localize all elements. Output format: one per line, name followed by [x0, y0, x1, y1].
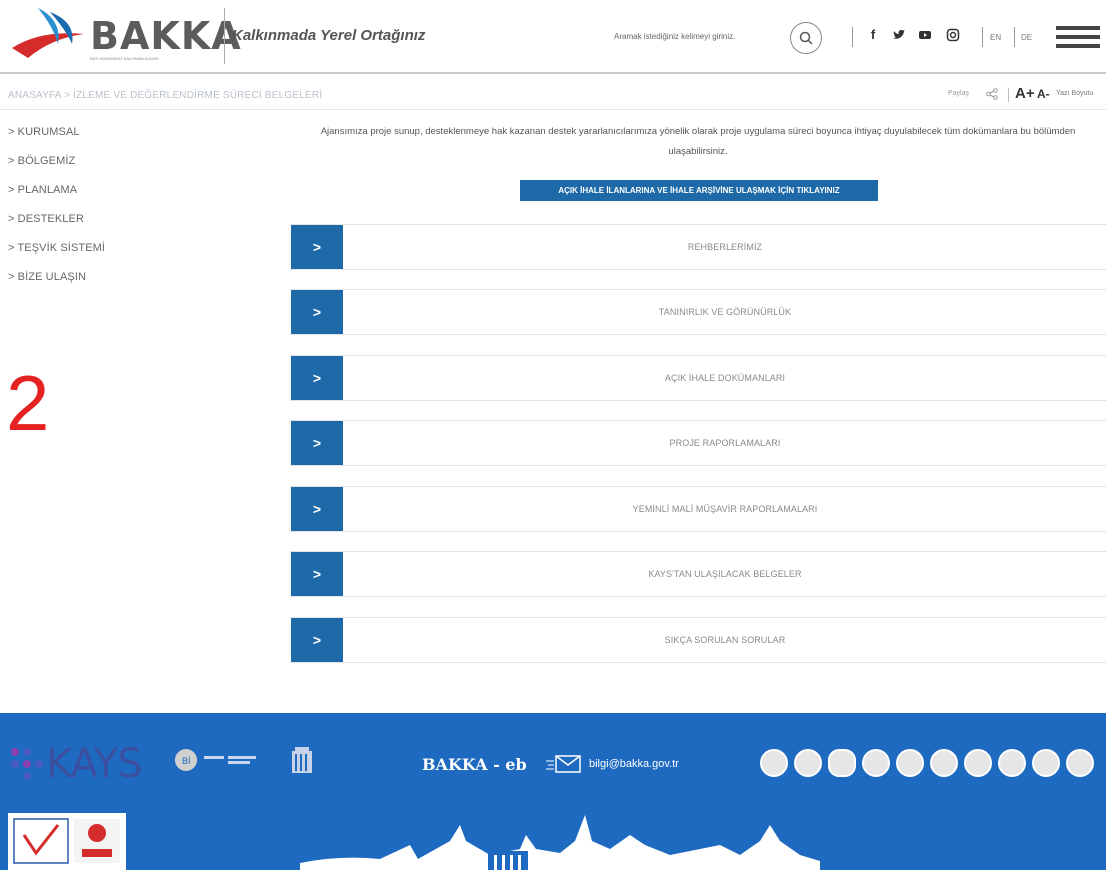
share-icon[interactable]	[986, 88, 998, 100]
sidebar-nav: > KURUMSAL > BÖLGEMİZ > PLANLAMA > DESTE…	[8, 124, 168, 298]
font-decrease-button[interactable]: A-	[1037, 87, 1050, 101]
partner-seal-icon[interactable]	[930, 749, 958, 777]
accordion-toggle-button[interactable]: >	[291, 421, 343, 465]
partner-seal-icon[interactable]	[828, 749, 856, 777]
sidebar-item-tesvik[interactable]: > TEŞVİK SİSTEMİ	[8, 240, 168, 269]
partner-seal-icon[interactable]	[862, 749, 890, 777]
accordion-title[interactable]: AÇIK İHALE DOKÜMANLARI	[344, 356, 1106, 400]
accordion-item[interactable]: > AÇIK İHALE DOKÜMANLARI	[290, 355, 1106, 401]
kays-dots-icon	[11, 748, 43, 780]
menu-hamburger-icon[interactable]	[1056, 26, 1100, 48]
tender-archive-button[interactable]: AÇIK İHALE İLANLARINA VE İHALE ARŞİVİNE …	[520, 180, 878, 201]
instagram-icon[interactable]	[946, 28, 960, 42]
partner-seal-icon[interactable]	[1066, 749, 1094, 777]
bimer-logo-icon[interactable]: Bİ	[172, 747, 262, 773]
bird-logo-icon	[12, 8, 84, 58]
accordion-item[interactable]: > TANINIRLIK VE GÖRÜNÜRLÜK	[290, 289, 1106, 335]
site-header: BAKKA BATI KARADENİZ KALKINMA AJANSI Kal…	[0, 0, 1106, 72]
accordion-title[interactable]: SIKÇA SORULAN SORULAR	[344, 618, 1106, 662]
search-input[interactable]: Aramak istediğiniz kelimeyi giriniz.	[614, 32, 735, 41]
partner-seal-icon[interactable]	[1032, 749, 1060, 777]
intro-text: Ajansımıza proje sunup, desteklenmeye ha…	[320, 126, 1076, 157]
bakka-eb-logo[interactable]: BAKKA - eb	[422, 755, 527, 774]
accordion-item[interactable]: > SIKÇA SORULAN SORULAR	[290, 617, 1106, 663]
email-link[interactable]: bilgi@bakka.gov.tr	[589, 758, 679, 770]
accordion-title[interactable]: YEMİNLİ MALİ MÜŞAVİR RAPORLAMALARI	[344, 487, 1106, 531]
logo-wordmark: BAKKA	[90, 14, 242, 58]
bakka-logo[interactable]: BAKKA BATI KARADENİZ KALKINMA AJANSI	[10, 4, 241, 68]
site-footer: KAYS Bİ BAKKA - eb bilgi@bakka.gov.tr	[0, 713, 1106, 870]
facebook-icon[interactable]: f	[866, 28, 880, 42]
building-logo-icon[interactable]	[290, 745, 340, 777]
font-size-label: Yazı Boyutu	[1056, 90, 1094, 97]
svg-text:Bİ: Bİ	[182, 756, 191, 766]
accordion-title[interactable]: REHBERLERİMİZ	[344, 225, 1106, 269]
accordion-title[interactable]: TANINIRLIK VE GÖRÜNÜRLÜK	[344, 290, 1106, 334]
accordion-title[interactable]: PROJE RAPORLAMALARI	[344, 421, 1106, 465]
accordion-toggle-button[interactable]: >	[291, 487, 343, 531]
lang-separator	[982, 27, 983, 47]
kays-logo[interactable]: KAYS	[46, 741, 143, 787]
lang-de-link[interactable]: DE	[1021, 33, 1032, 42]
font-size-separator	[1008, 88, 1009, 102]
partner-seal-icon[interactable]	[896, 749, 924, 777]
accordion-item[interactable]: > KAYS'TAN ULAŞILACAK BELGELER	[290, 551, 1106, 597]
share-label[interactable]: Paylaş	[948, 90, 969, 97]
sidebar-item-planlama[interactable]: > PLANLAMA	[8, 182, 168, 211]
partner-seals	[760, 745, 1106, 781]
search-button[interactable]	[790, 22, 822, 54]
lang-divider	[1014, 27, 1015, 47]
accordion-item[interactable]: > PROJE RAPORLAMALARI	[290, 420, 1106, 466]
breadcrumb-bar: ANASAYFA > İZLEME VE DEĞERLENDİRME SÜREC…	[0, 80, 1106, 110]
accordion-toggle-button[interactable]: >	[291, 552, 343, 596]
city-skyline-illustration	[300, 815, 820, 870]
sidebar-item-destekler[interactable]: > DESTEKLER	[8, 211, 168, 240]
accordion-item[interactable]: > YEMİNLİ MALİ MÜŞAVİR RAPORLAMALARI	[290, 486, 1106, 532]
youtube-icon[interactable]	[918, 28, 932, 42]
annotation-number: 2	[6, 359, 50, 447]
sidebar-item-bolgemiz[interactable]: > BÖLGEMİZ	[8, 153, 168, 182]
partner-seal-icon[interactable]	[964, 749, 992, 777]
partner-seal-icon[interactable]	[794, 749, 822, 777]
accordion-toggle-button[interactable]: >	[291, 290, 343, 334]
search-icon	[799, 31, 813, 45]
sidebar-item-bize-ulasin[interactable]: > BİZE ULAŞIN	[8, 269, 168, 298]
sidebar-item-kurumsal[interactable]: > KURUMSAL	[8, 124, 168, 153]
font-increase-button[interactable]: A+	[1015, 85, 1035, 102]
iso-certificate-icon	[8, 813, 126, 870]
accordion-title[interactable]: KAYS'TAN ULAŞILACAK BELGELER	[344, 552, 1106, 596]
accordion-toggle-button[interactable]: >	[291, 618, 343, 662]
breadcrumb[interactable]: ANASAYFA > İZLEME VE DEĞERLENDİRME SÜREC…	[8, 90, 322, 101]
header-bottom-border	[0, 72, 1106, 74]
header-divider	[224, 8, 225, 64]
accordion-toggle-button[interactable]: >	[291, 356, 343, 400]
social-separator	[852, 27, 853, 47]
twitter-icon[interactable]	[892, 28, 906, 42]
mail-icon	[546, 755, 581, 773]
lang-en-link[interactable]: EN	[990, 33, 1001, 42]
accordion-toggle-button[interactable]: >	[291, 225, 343, 269]
partner-seal-icon[interactable]	[998, 749, 1026, 777]
partner-seal-icon[interactable]	[760, 749, 788, 777]
logo-subtitle: BATI KARADENİZ KALKINMA AJANSI	[90, 56, 159, 61]
accordion-item[interactable]: > REHBERLERİMİZ	[290, 224, 1106, 270]
tagline: Kalkınmada Yerel Ortağınız	[232, 27, 426, 44]
